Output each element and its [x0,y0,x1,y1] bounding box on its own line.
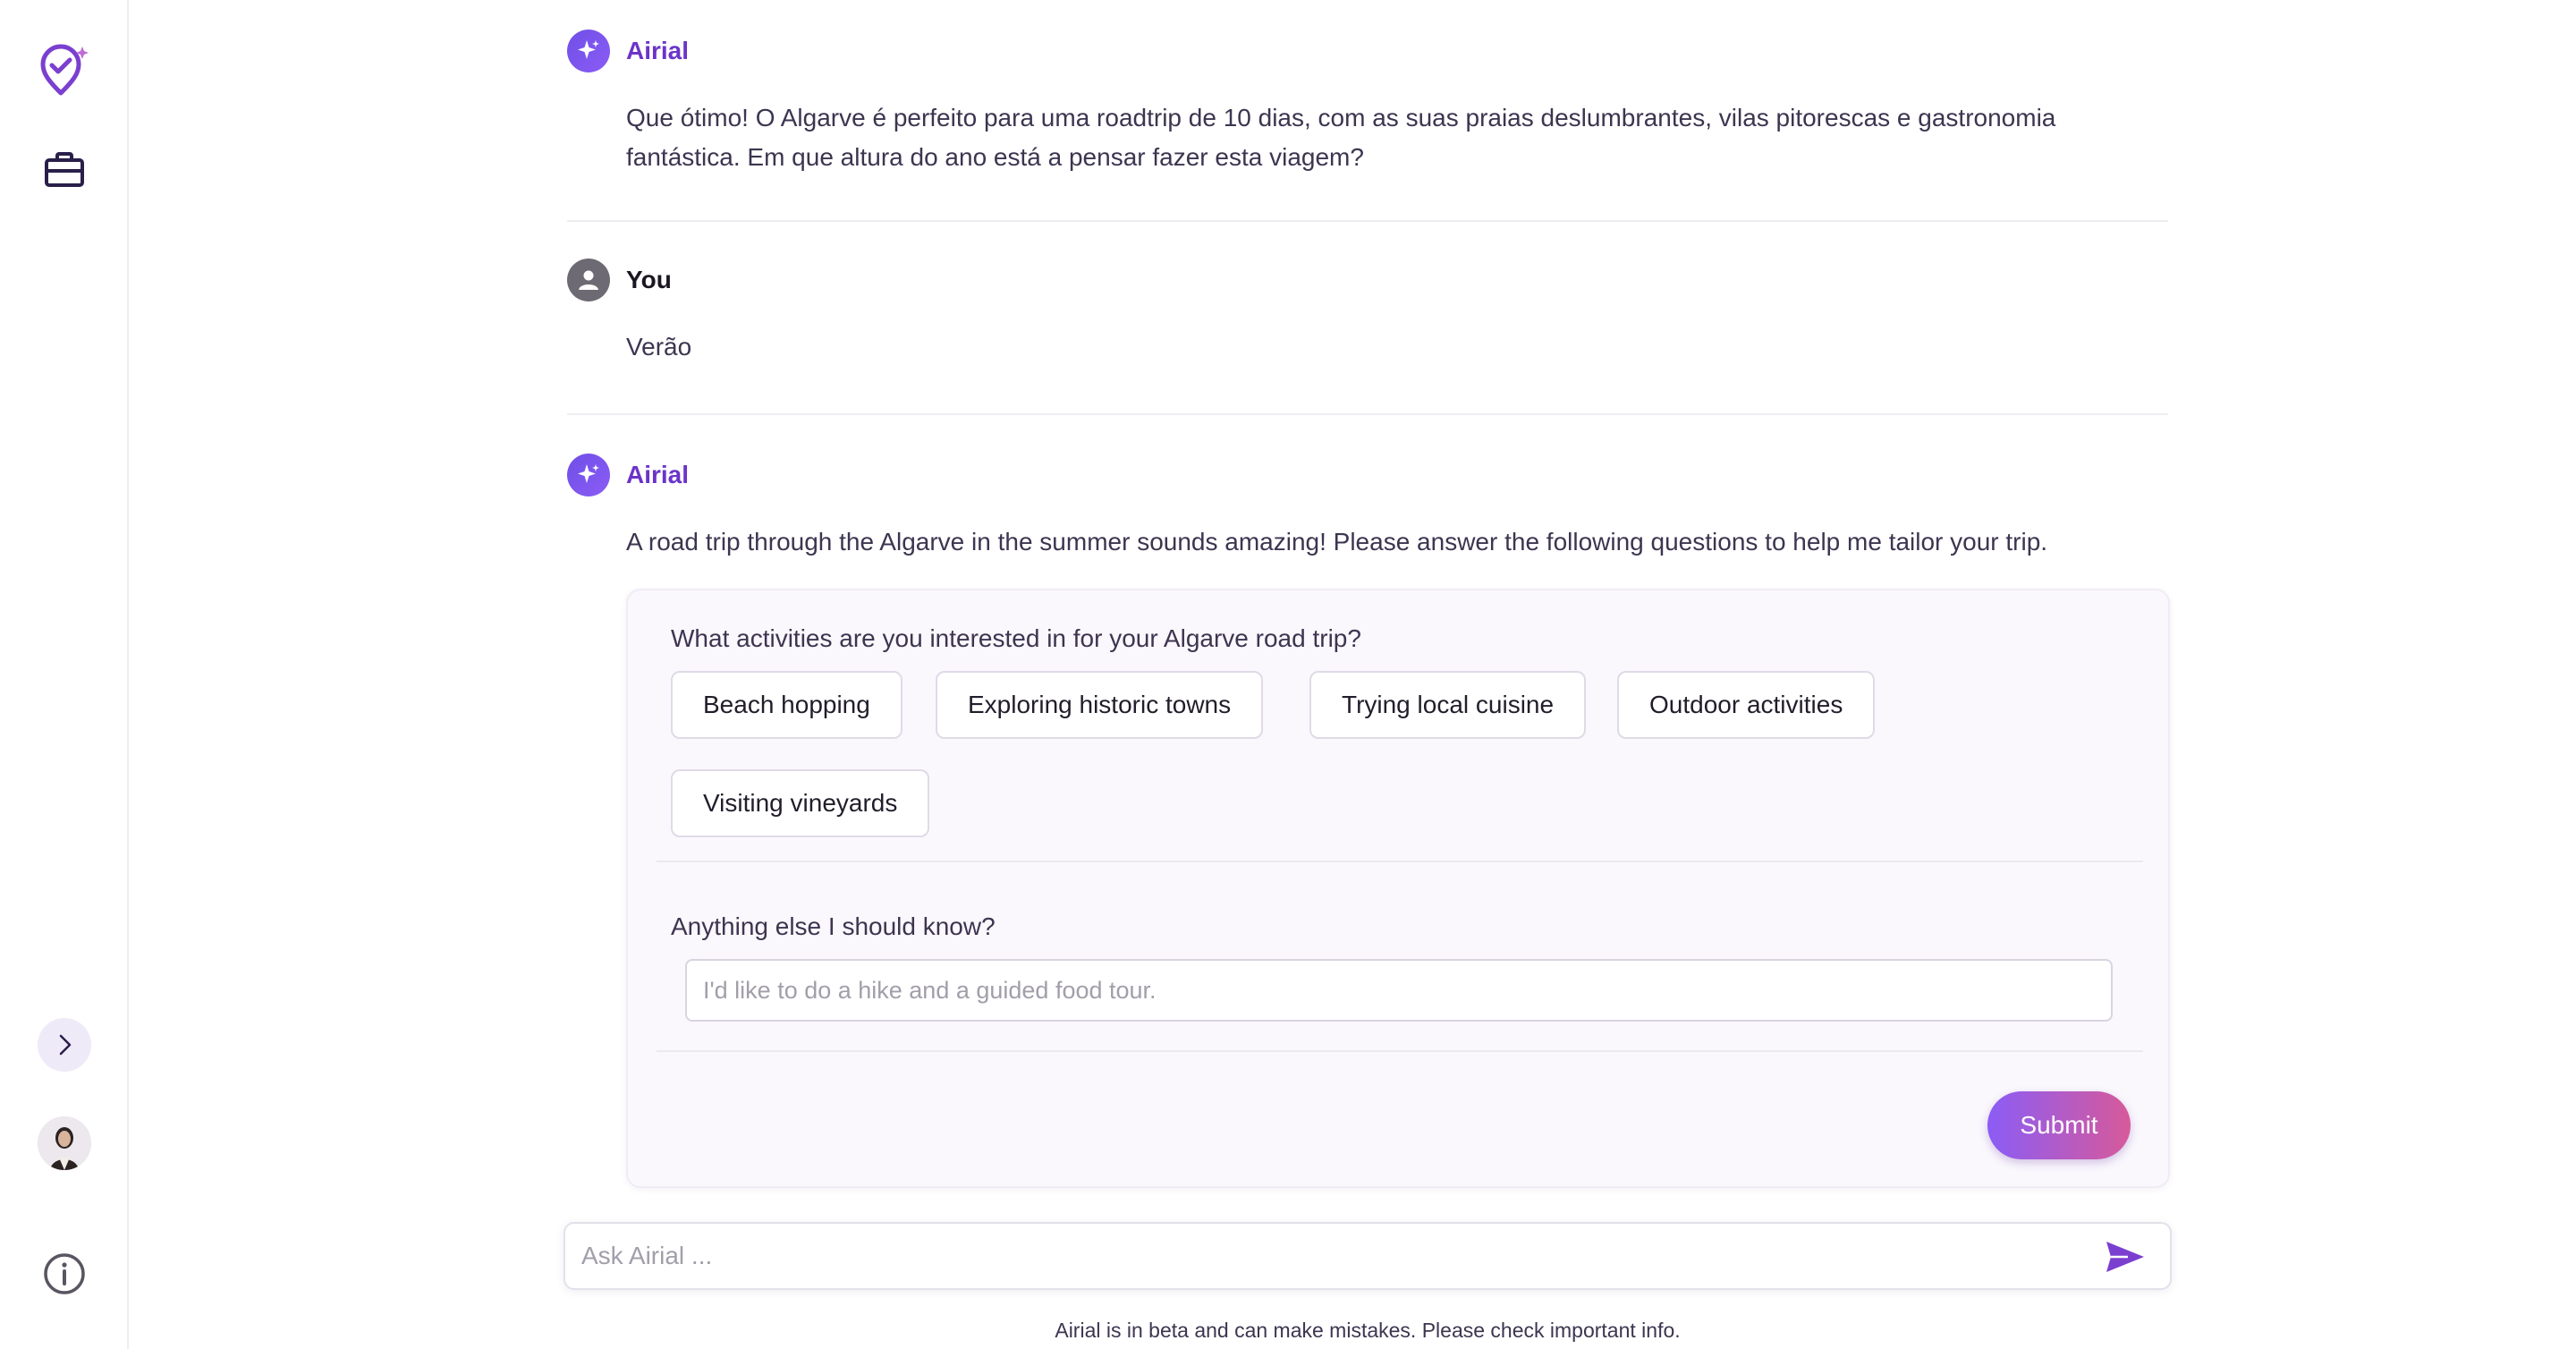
message-text: A road trip through the Algarve in the s… [626,528,2048,556]
user-icon [567,259,610,301]
message-author: Airial [626,461,690,488]
extra-info-input[interactable] [685,959,2113,1022]
option-exploring-historic-towns[interactable]: Exploring historic towns [936,671,1264,739]
ask-input[interactable] [565,1224,2086,1288]
briefcase-icon[interactable] [36,141,93,199]
sparkle-icon [567,30,610,72]
chevron-right-icon [59,1034,72,1056]
option-beach-hopping[interactable]: Beach hopping [671,671,902,739]
message-header: You [567,258,2168,302]
message-author: You [626,266,672,293]
message-text: Que ótimo! O Algarve é perfeito para uma… [626,104,2056,171]
chat-message: Airial A road trip through the Algarve i… [567,453,2168,562]
sidebar [0,0,129,1349]
submit-button[interactable]: Submit [1987,1091,2131,1159]
chat-message: You Verão [567,258,2168,367]
expand-sidebar-button[interactable] [38,1018,91,1072]
divider [567,413,2168,415]
location-heart-sparkle-icon[interactable] [36,43,93,100]
option-outdoor-activities[interactable]: Outdoor activities [1617,671,1876,739]
beta-disclaimer: Airial is in beta and can make mistakes.… [1055,1319,1681,1342]
ask-composer [564,1222,2172,1290]
message-header: Airial [567,29,2168,73]
option-trying-local-cuisine[interactable]: Trying local cuisine [1309,671,1587,739]
card-divider [657,861,2143,862]
message-text: Verão [626,333,692,361]
info-icon[interactable] [36,1245,93,1302]
option-visiting-vineyards[interactable]: Visiting vineyards [671,769,930,837]
message-header: Airial [567,453,2168,497]
chat-message: Airial Que ótimo! O Algarve é perfeito p… [567,29,2168,177]
divider [567,220,2168,222]
avatar[interactable] [38,1116,91,1170]
trip-questions-card: What activities are you interested in fo… [626,589,2170,1188]
sparkle-icon [567,454,610,496]
activities-question: What activities are you interested in fo… [671,624,1361,652]
send-icon [2106,1242,2144,1272]
send-button[interactable] [2100,1234,2150,1279]
extra-question: Anything else I should know? [671,912,996,940]
card-divider [657,1050,2143,1052]
message-author: Airial [626,37,690,64]
